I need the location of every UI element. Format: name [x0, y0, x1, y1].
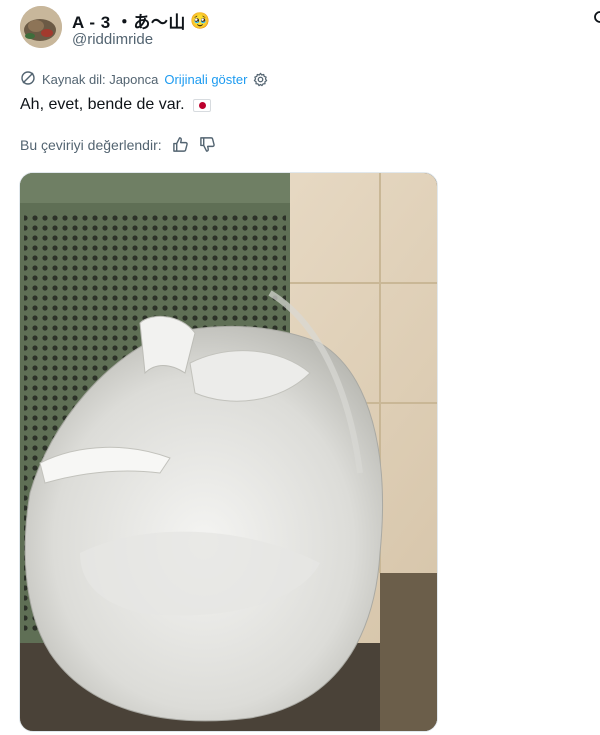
author-name-row: A - 3 ・あ〜山 🥹 — [72, 8, 210, 33]
rate-translation-label: Bu çeviriyi değerlendir: — [20, 136, 162, 153]
avatar[interactable] — [20, 6, 62, 48]
thumbs-up-icon[interactable] — [172, 136, 189, 153]
japan-flag-icon — [192, 98, 211, 112]
source-language-label: Kaynak dil: Japonca — [42, 72, 159, 87]
translate-icon — [20, 70, 36, 89]
rate-translation-row: Bu çeviriyi değerlendir: — [20, 136, 216, 153]
pleading-face-emoji: 🥹 — [189, 12, 210, 30]
more-options-icon[interactable] — [590, 8, 600, 28]
tweet-photo[interactable] — [19, 172, 438, 732]
show-original-link[interactable]: Orijinali göster — [164, 72, 247, 87]
tweet-text: Ah, evet, bende de var. — [20, 96, 185, 113]
author-handle[interactable]: @riddimride — [72, 31, 153, 48]
tweet-text-row: Ah, evet, bende de var. — [20, 96, 211, 114]
gear-icon[interactable] — [253, 72, 268, 87]
display-name[interactable]: A - 3 ・あ〜山 — [72, 8, 186, 33]
translation-bar: Kaynak dil: Japonca Orijinali göster — [20, 70, 268, 89]
thumbs-down-icon[interactable] — [199, 136, 216, 153]
